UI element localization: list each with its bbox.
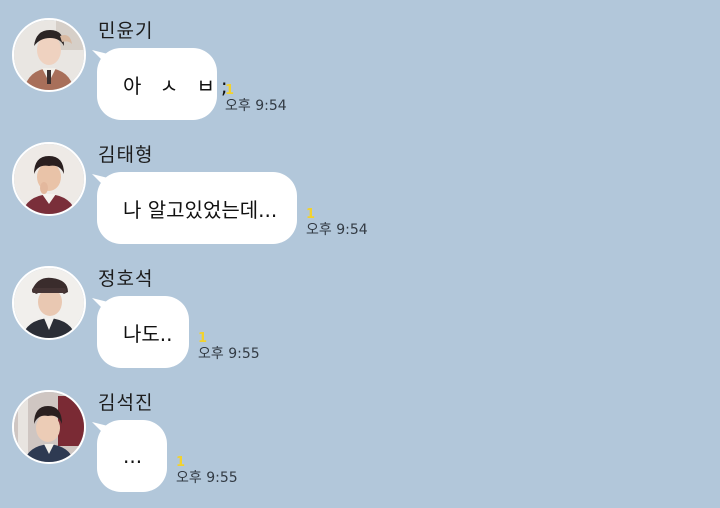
sender-name: 김석진 [98,392,154,414]
unread-count: 1 [176,455,186,470]
message-time: 오후 9:55 [198,346,260,362]
unread-count: 1 [198,331,208,346]
sender-name: 정호석 [98,268,154,290]
sender-name: 김태형 [98,144,154,166]
profile-avatar[interactable] [12,390,86,464]
unread-count: 1 [225,83,235,98]
profile-avatar[interactable] [12,18,86,92]
person-photo-icon [14,144,84,214]
message-meta: 1 오후 9:54 [306,207,368,239]
message-text: 나 알고있었는데... [123,197,278,222]
message-meta: 1 오후 9:55 [176,455,238,487]
person-photo-icon [14,20,84,90]
message-item: 김태형 나 알고있었는데... 1 오후 9:54 [0,126,720,250]
person-photo-icon [14,268,84,338]
message-item: 정호석 나도.. 1 오후 9:55 [0,250,720,374]
sender-name: 민윤기 [98,20,154,42]
profile-avatar[interactable] [12,266,86,340]
message-bubble[interactable]: ... [97,420,167,492]
message-text: 나도.. [123,321,173,346]
message-bubble[interactable]: 아 ㅅ ㅂ; [97,48,228,120]
message-time: 오후 9:54 [306,222,368,238]
chat-room: 민윤기 아 ㅅ ㅂ; 1 오후 9:54 김태형 나 알고있었는데... 1 오… [0,0,720,508]
message-item: 김석진 ... 1 오후 9:55 [0,374,720,498]
message-time: 오후 9:55 [176,470,238,486]
message-meta: 1 오후 9:55 [198,331,260,363]
message-bubble[interactable]: 나 알고있었는데... [97,172,297,244]
person-photo-icon [14,392,84,462]
unread-count: 1 [306,207,316,222]
message-text: ... [123,444,143,468]
profile-avatar[interactable] [12,142,86,216]
message-meta: 1 오후 9:54 [225,83,287,115]
message-item: 민윤기 아 ㅅ ㅂ; 1 오후 9:54 [0,2,720,126]
message-time: 오후 9:54 [225,98,287,114]
message-text: 아 ㅅ ㅂ; [123,73,234,98]
message-bubble[interactable]: 나도.. [97,296,189,368]
